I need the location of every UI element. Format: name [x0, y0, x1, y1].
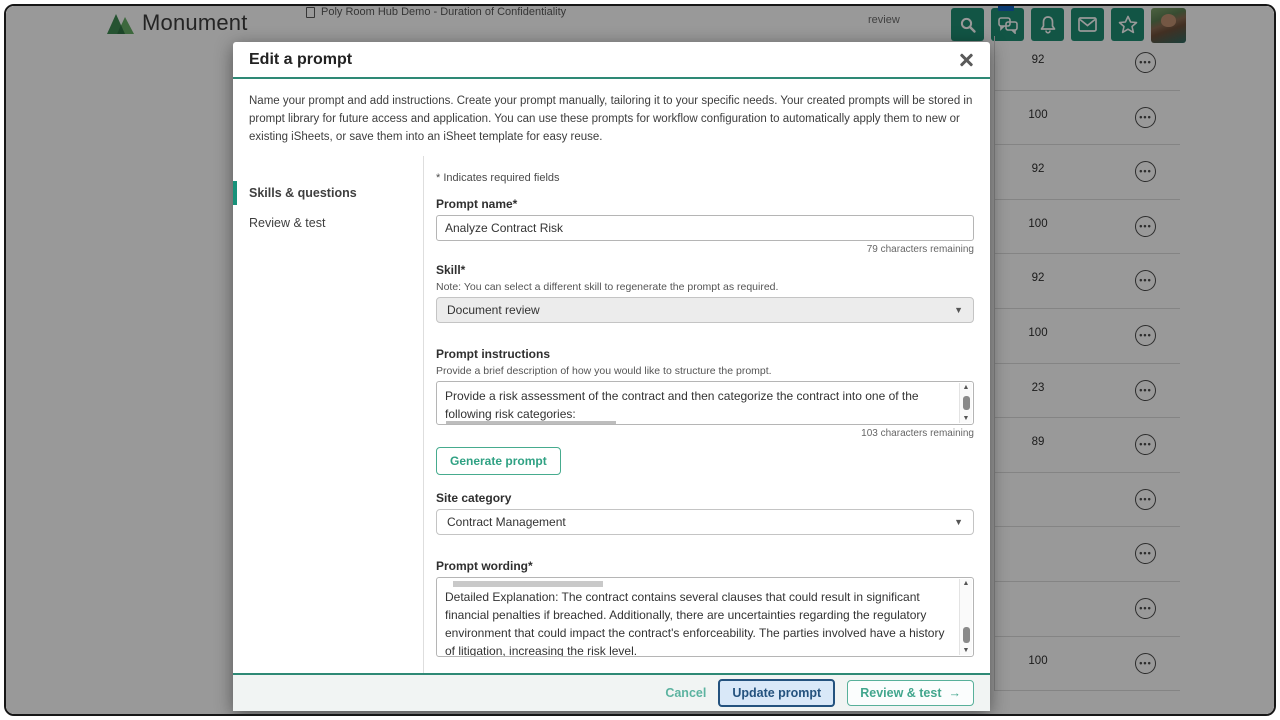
modal-description: Name your prompt and add instructions. C… [233, 79, 990, 156]
edit-prompt-modal: Edit a prompt Name your prompt and add i… [233, 42, 990, 711]
skill-select[interactable]: Document review ▼ [436, 297, 974, 323]
prompt-instructions-counter: 103 characters remaining [436, 428, 974, 439]
site-category-label: Site category [436, 491, 974, 505]
modal-side-nav: Skills & questions Review & test [233, 156, 423, 673]
close-icon[interactable] [958, 52, 974, 68]
site-category-selected-value: Contract Management [447, 515, 566, 529]
scroll-thumb[interactable] [963, 396, 970, 410]
scroll-thumb[interactable] [963, 627, 970, 643]
nav-item-skills-questions[interactable]: Skills & questions [233, 178, 423, 208]
scrollbar[interactable]: ▲ ▼ [959, 579, 972, 655]
prompt-wording-textarea[interactable]: Detailed Explanation: The contract conta… [436, 577, 974, 657]
prompt-wording-label: Prompt wording* [436, 559, 974, 573]
scroll-up-icon[interactable]: ▲ [960, 384, 972, 391]
skill-label: Skill* [436, 263, 974, 277]
update-prompt-button[interactable]: Update prompt [718, 679, 835, 707]
skill-note: Note: You can select a different skill t… [436, 281, 974, 293]
cancel-button[interactable]: Cancel [665, 686, 706, 700]
site-category-select[interactable]: Contract Management ▼ [436, 509, 974, 535]
prompt-instructions-label: Prompt instructions [436, 347, 974, 361]
chevron-down-icon: ▼ [954, 305, 963, 315]
prompt-name-label: Prompt name* [436, 197, 974, 211]
screen-frame: Monument Poly Room Hub Demo - Duration o… [4, 4, 1276, 716]
prompt-instructions-textarea[interactable]: Provide a risk assessment of the contrac… [436, 381, 974, 425]
nav-item-review-test[interactable]: Review & test [233, 208, 423, 238]
clipped-text-line [453, 581, 603, 587]
scroll-down-icon[interactable]: ▼ [960, 415, 972, 422]
prompt-form: * Indicates required fields Prompt name*… [423, 156, 990, 673]
modal-header: Edit a prompt [233, 42, 990, 79]
arrow-right-icon: → [949, 686, 962, 700]
scrollbar[interactable]: ▲ ▼ [959, 383, 972, 423]
prompt-name-input[interactable] [436, 215, 974, 241]
review-and-test-button[interactable]: Review & test → [847, 680, 974, 706]
prompt-instructions-helper: Provide a brief description of how you w… [436, 365, 974, 377]
chevron-down-icon: ▼ [954, 517, 963, 527]
modal-body: Skills & questions Review & test * Indic… [233, 156, 990, 673]
modal-title: Edit a prompt [249, 51, 352, 69]
scroll-up-icon[interactable]: ▲ [960, 580, 972, 587]
prompt-name-counter: 79 characters remaining [436, 244, 974, 255]
scroll-down-icon[interactable]: ▼ [960, 647, 972, 654]
required-fields-note: * Indicates required fields [436, 172, 974, 184]
modal-footer: Cancel Update prompt Review & test → [233, 673, 990, 711]
skill-selected-value: Document review [447, 303, 540, 317]
generate-prompt-button[interactable]: Generate prompt [436, 447, 561, 475]
